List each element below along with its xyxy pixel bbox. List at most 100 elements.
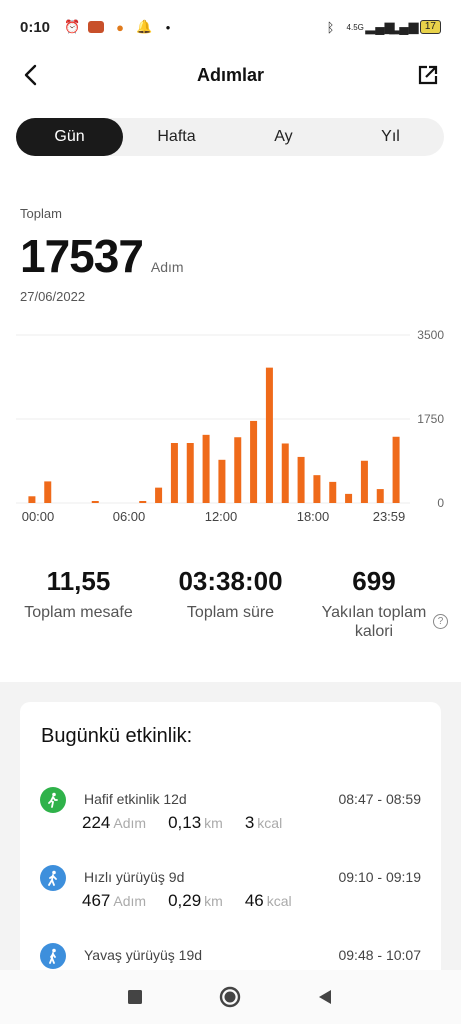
page-title: Adımlar — [196, 64, 265, 85]
slow-walk-icon — [40, 943, 66, 969]
bell-icon: 🔔 — [135, 19, 153, 34]
activity-steps: 467 — [82, 891, 111, 910]
period-tabs: Gün Hafta Ay Yıl — [16, 118, 444, 156]
activity-kcal-unit: kcal — [257, 815, 283, 831]
chart-x-tick-label: 12:00 — [205, 509, 238, 524]
chart-bar — [376, 489, 384, 503]
bluetooth-icon: ᛒ — [326, 19, 335, 35]
stat-duration: 03:38:00 Toplam süre — [157, 566, 304, 622]
chart-y-tick-label: 3500 — [417, 328, 444, 342]
activity-name: Yavaş yürüyüş 19d — [84, 947, 203, 963]
chart-bar — [28, 496, 36, 503]
activity-steps-unit: Adım — [113, 815, 147, 831]
chart-y-tick-label: 0 — [437, 496, 444, 510]
activity-kcal: 46 — [244, 891, 264, 910]
steps-bar-chart: 3500 1750 0 00:00 06:00 12:00 18:00 23:59 — [16, 328, 444, 524]
more-dot-icon: • — [165, 19, 171, 35]
status-time: 0:10 — [20, 18, 51, 36]
total-steps: 17537 — [20, 230, 144, 282]
stat-duration-label: Toplam süre — [186, 604, 275, 621]
chart-bar — [44, 481, 52, 503]
tab-week[interactable]: Hafta — [123, 118, 230, 156]
activity-steps: 224 — [82, 813, 111, 832]
activity-time: 08:47 - 08:59 — [338, 791, 421, 807]
status-bar: 0:10 ⏰ ● 🔔 • ᛒ 4.5G ▂▄▆ ▂▄▆ 17 — [0, 0, 461, 54]
chart-bar — [250, 420, 258, 503]
activity-metrics: 224 Adım 0,13 km 3 kcal — [82, 813, 304, 833]
share-icon — [418, 65, 438, 85]
home-circle-icon — [219, 986, 241, 1008]
chart-bar — [155, 487, 163, 503]
light-activity-icon — [40, 787, 66, 813]
chart-x-tick-label: 23:59 — [373, 509, 406, 524]
chart-bar — [218, 459, 226, 503]
activity-kcal: 3 — [244, 813, 255, 832]
nav-back-button[interactable] — [314, 986, 336, 1008]
recents-button[interactable] — [124, 986, 146, 1008]
summary-label: Toplam — [20, 206, 62, 221]
app-header: Adımlar — [0, 54, 461, 96]
chart-bar — [392, 436, 400, 503]
stat-distance: 11,55 Toplam mesafe — [0, 566, 157, 622]
notification-icons: ⏰ ● 🔔 • — [64, 19, 176, 35]
chart-bar — [234, 437, 242, 503]
total-steps-unit: Adım — [150, 259, 184, 275]
activity-card: Bugünkü etkinlik: Hafif etkinlik 12d 08:… — [20, 702, 441, 982]
network-type: 4.5G — [346, 22, 364, 32]
share-button[interactable] — [413, 60, 443, 90]
activity-name: Hızlı yürüyüş 9d — [84, 869, 185, 885]
app-notification-icon: ● — [116, 19, 124, 35]
triangle-back-icon — [319, 990, 331, 1004]
steps-summary: Toplam 17537 Adım 27/06/2022 — [20, 206, 184, 304]
brisk-walk-icon — [40, 865, 66, 891]
chart-bar — [329, 481, 337, 503]
stat-calories-label: Yakılan toplam kalori — [321, 604, 427, 640]
tab-year[interactable]: Yıl — [337, 118, 444, 156]
square-icon — [128, 990, 142, 1004]
activity-distance-unit: km — [204, 815, 223, 831]
activity-item[interactable]: Hızlı yürüyüş 9d 09:10 - 09:19 467 Adım … — [20, 865, 441, 935]
signal-icon: ▂▄▆ — [365, 19, 395, 34]
stats-row: 11,55 Toplam mesafe 03:38:00 Toplam süre… — [0, 566, 461, 646]
alarm-icon: ⏰ — [63, 19, 81, 34]
activity-time: 09:10 - 09:19 — [338, 869, 421, 885]
tab-month[interactable]: Ay — [230, 118, 337, 156]
home-button[interactable] — [219, 986, 241, 1008]
activity-distance: 0,13 — [168, 813, 202, 832]
stat-duration-value: 03:38:00 — [178, 566, 283, 596]
stat-distance-value: 11,55 — [46, 566, 111, 596]
chart-bar — [345, 493, 353, 503]
chart-bar — [202, 434, 210, 503]
chart-bar — [313, 475, 321, 503]
chart-y-tick-label: 1750 — [417, 412, 444, 426]
back-button[interactable] — [16, 60, 46, 90]
stat-calories-value: 699 — [352, 566, 396, 596]
chart-x-tick-label: 00:00 — [22, 509, 55, 524]
chart-bar — [281, 443, 289, 503]
chart-x-tick-label: 18:00 — [297, 509, 330, 524]
chevron-left-icon — [24, 64, 37, 86]
chart-bar — [265, 367, 273, 503]
activity-steps-unit: Adım — [113, 893, 147, 909]
signal-icon: ▂▄▆ — [389, 19, 419, 34]
activity-time: 09:48 - 10:07 — [338, 947, 421, 963]
chart-bar — [170, 443, 178, 503]
help-icon[interactable]: ? — [433, 614, 448, 629]
activity-distance-unit: km — [204, 893, 223, 909]
app-notification-icon — [88, 21, 105, 33]
activity-name: Hafif etkinlik 12d — [84, 791, 187, 807]
activity-item[interactable]: Hafif etkinlik 12d 08:47 - 08:59 224 Adı… — [20, 787, 441, 857]
chart-bar — [297, 456, 305, 503]
stat-calories: 699 Yakılan toplam kalori — [312, 566, 436, 641]
chart-bar — [139, 501, 147, 503]
battery-icon: 17 — [419, 20, 441, 34]
chart-x-tick-label: 06:00 — [113, 509, 146, 524]
tab-day[interactable]: Gün — [16, 118, 123, 156]
system-nav-bar — [0, 970, 461, 1024]
chart-bar — [360, 460, 368, 503]
chart-bar — [91, 501, 99, 503]
activity-title: Bugünkü etkinlik: — [41, 725, 193, 747]
summary-date: 27/06/2022 — [20, 289, 86, 304]
activity-kcal-unit: kcal — [266, 893, 292, 909]
system-icons: ᛒ 4.5G ▂▄▆ ▂▄▆ 17 — [323, 19, 441, 35]
